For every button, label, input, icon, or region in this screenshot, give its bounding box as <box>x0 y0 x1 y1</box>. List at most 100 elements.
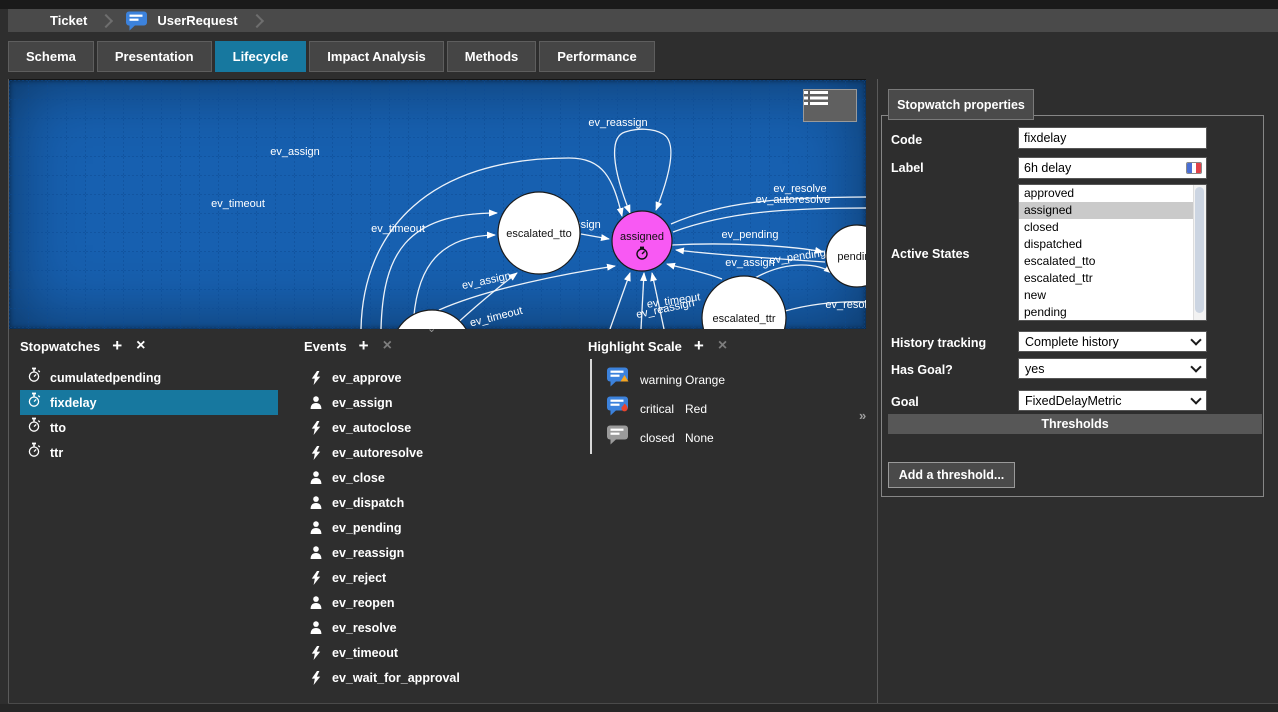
active-state-option-pending[interactable]: pending <box>1019 304 1206 321</box>
active-state-option-approved[interactable]: approved <box>1019 185 1206 202</box>
properties-collapse-arrow[interactable]: » <box>859 408 866 423</box>
highlight-scale-panel: Highlight Scale + × warningOrangecritica… <box>588 338 858 452</box>
has-goal-value: yes <box>1025 362 1044 376</box>
add-stopwatch-button[interactable]: + <box>112 339 122 353</box>
canvas-collapse-handle[interactable]: ⌄ <box>427 324 436 334</box>
active-state-option-assigned[interactable]: assigned <box>1019 202 1206 219</box>
active-state-option-new[interactable]: new <box>1019 287 1206 304</box>
active-state-option-escalated_tto[interactable]: escalated_tto <box>1019 253 1206 270</box>
lightning-icon <box>309 371 323 385</box>
thresholds-section-header: Thresholds <box>888 414 1262 434</box>
edge-label: ev_autoresolve <box>756 194 831 206</box>
edge-label: ev_timeout <box>211 198 265 210</box>
person-icon <box>309 496 323 509</box>
event-item-label: ev_approve <box>332 371 401 385</box>
event-item-ev_reopen[interactable]: ev_reopen <box>304 590 564 615</box>
label-input[interactable] <box>1018 157 1207 179</box>
tab-schema[interactable]: Schema <box>8 41 94 72</box>
add-event-button[interactable]: + <box>359 339 369 353</box>
state-node-escalated_tto[interactable]: escalated_tto <box>498 192 580 274</box>
event-item-ev_reassign[interactable]: ev_reassign <box>304 540 564 565</box>
close-stopwatches-button[interactable]: × <box>136 339 145 353</box>
has-goal-label: Has Goal? <box>891 363 953 377</box>
breadcrumb-item-userrequest[interactable]: UserRequest <box>157 13 237 28</box>
tab-methods[interactable]: Methods <box>447 41 536 72</box>
event-item-ev_autoclose[interactable]: ev_autoclose <box>304 415 564 440</box>
svg-text:pending: pending <box>837 251 866 263</box>
bubble_critical-icon <box>606 396 630 421</box>
events-title: Events <box>304 339 347 354</box>
event-item-ev_wait_for_approval[interactable]: ev_wait_for_approval <box>304 665 564 690</box>
stopwatch-item-label: ttr <box>50 446 63 460</box>
active-states-label: Active States <box>891 247 970 261</box>
highlight-item-closed[interactable]: closedNone <box>588 423 858 452</box>
has-goal-select[interactable]: yes <box>1018 358 1207 379</box>
event-item-ev_pending[interactable]: ev_pending <box>304 515 564 540</box>
person-icon <box>309 396 323 409</box>
event-item-label: ev_timeout <box>332 646 398 660</box>
event-item-ev_close[interactable]: ev_close <box>304 465 564 490</box>
lifecycle-canvas[interactable]: ev_assignev_timeoutev_timeoutev_reassign… <box>9 79 866 329</box>
stopwatch-item-ttr[interactable]: ttr <box>20 440 278 465</box>
history-tracking-select[interactable]: Complete history <box>1018 331 1207 352</box>
event-item-label: ev_reject <box>332 571 386 585</box>
window-top-strip <box>0 0 1278 9</box>
add-highlight-button[interactable]: + <box>694 339 704 353</box>
event-item-ev_dispatch[interactable]: ev_dispatch <box>304 490 564 515</box>
event-item-ev_reject[interactable]: ev_reject <box>304 565 564 590</box>
layout-list-button[interactable] <box>803 89 857 122</box>
close-highlight-button[interactable]: × <box>718 339 727 353</box>
listbox-scrollbar[interactable] <box>1193 185 1206 320</box>
highlight-item-value: Red <box>685 402 707 416</box>
highlight-item-warning[interactable]: warningOrange <box>588 365 858 394</box>
tab-performance[interactable]: Performance <box>539 41 654 72</box>
chevron-down-icon <box>1190 334 1201 345</box>
edge-label: ev_assign <box>270 146 320 158</box>
events-panel: Events + × ev_approve ev_assignev_autoclo… <box>304 338 564 690</box>
highlight-item-critical[interactable]: criticalRed <box>588 394 858 423</box>
highlight-item-label: warning <box>640 373 682 387</box>
event-item-label: ev_autoresolve <box>332 446 423 460</box>
bubble_warning-icon <box>606 367 630 392</box>
stopwatch-icon <box>27 417 41 438</box>
event-item-ev_timeout[interactable]: ev_timeout <box>304 640 564 665</box>
event-item-ev_resolve[interactable]: ev_resolve <box>304 615 564 640</box>
add-threshold-button[interactable]: Add a threshold... <box>888 462 1015 488</box>
active-states-listbox[interactable]: approvedassignedcloseddispatchedescalate… <box>1018 184 1207 321</box>
state-node-assigned[interactable]: assigned <box>612 211 672 271</box>
event-item-ev_assign[interactable]: ev_assign <box>304 390 564 415</box>
stopwatch-item-tto[interactable]: tto <box>20 415 278 440</box>
panel-divider[interactable] <box>877 79 878 703</box>
event-item-ev_autoresolve[interactable]: ev_autoresolve <box>304 440 564 465</box>
tab-impact-analysis[interactable]: Impact Analysis <box>309 41 444 72</box>
svg-text:assigned: assigned <box>620 231 664 243</box>
bubble_blue-icon <box>125 11 149 31</box>
properties-panel-title: Stopwatch properties <box>888 89 1034 120</box>
edge-label: ev_timeout <box>371 223 425 235</box>
close-events-button[interactable]: × <box>383 339 392 353</box>
active-state-option-closed[interactable]: closed <box>1019 219 1206 236</box>
label-label: Label <box>891 161 924 175</box>
highlight-item-value: Orange <box>685 373 725 387</box>
breadcrumb-item-ticket[interactable]: Ticket <box>50 13 87 28</box>
tab-lifecycle[interactable]: Lifecycle <box>215 41 307 72</box>
breadcrumb: Ticket UserRequest <box>8 9 1278 32</box>
window-bottom-strip <box>0 704 1278 712</box>
stopwatch-item-fixdelay[interactable]: fixdelay <box>20 390 278 415</box>
person-icon <box>309 621 323 634</box>
lightning-icon <box>309 446 323 460</box>
stopwatch-item-cumulatedpending[interactable]: cumulatedpending <box>20 365 278 390</box>
listbox-scroll-thumb[interactable] <box>1195 187 1204 313</box>
code-label: Code <box>891 133 922 147</box>
svg-text:escalated_ttr: escalated_ttr <box>713 313 776 325</box>
goal-select[interactable]: FixedDelayMetric <box>1018 390 1207 411</box>
highlight-item-value: None <box>685 431 714 445</box>
active-state-option-escalated_ttr[interactable]: escalated_ttr <box>1019 270 1206 287</box>
event-item-label: ev_close <box>332 471 385 485</box>
event-item-ev_approve[interactable]: ev_approve <box>304 365 564 390</box>
highlight-item-label: critical <box>640 402 682 416</box>
code-input[interactable] <box>1018 127 1207 149</box>
event-item-label: ev_dispatch <box>332 496 404 510</box>
active-state-option-dispatched[interactable]: dispatched <box>1019 236 1206 253</box>
tab-presentation[interactable]: Presentation <box>97 41 212 72</box>
